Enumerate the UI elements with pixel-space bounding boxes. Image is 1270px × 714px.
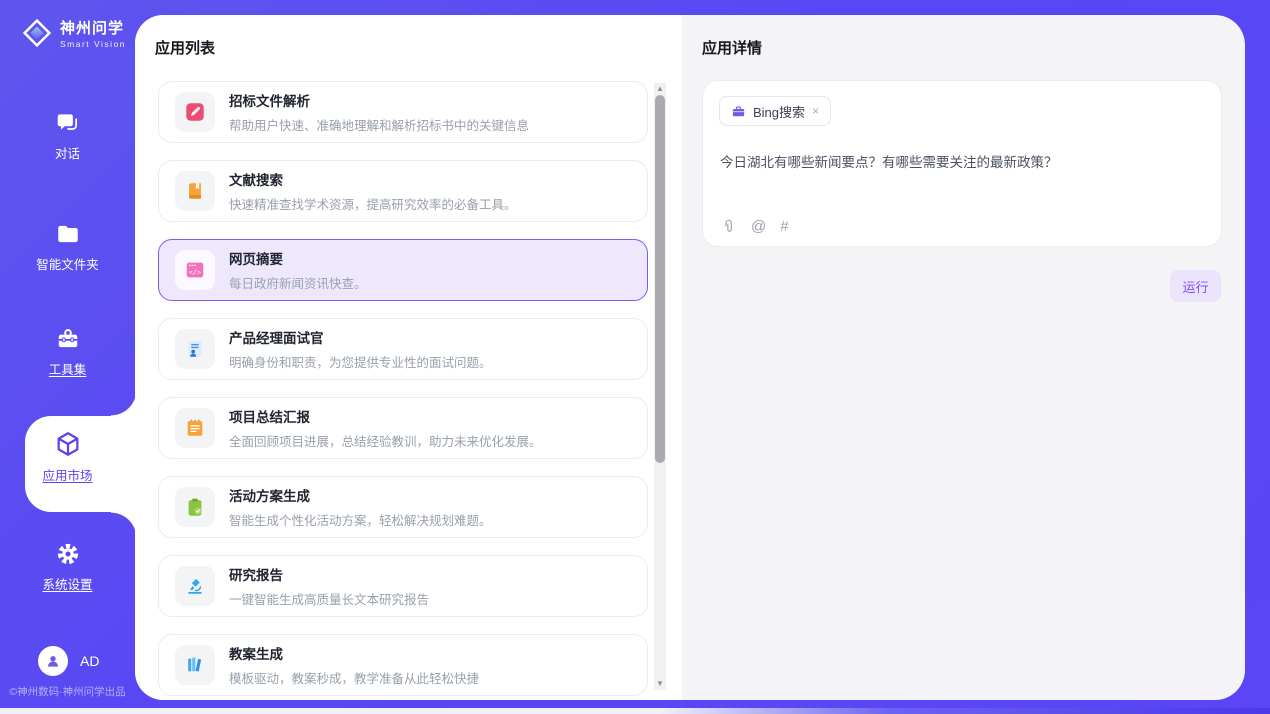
app-desc: 帮助用户快速、准确地理解和解析招标书中的关键信息 xyxy=(229,115,529,134)
scrollbar-thumb[interactable] xyxy=(655,95,665,463)
book-icon xyxy=(184,180,206,202)
person-icon xyxy=(44,652,62,670)
sidebar-item-settings[interactable]: 系统设置 xyxy=(0,541,135,593)
app-card-bid-parsing[interactable]: 招标文件解析帮助用户快速、准确地理解和解析招标书中的关键信息 xyxy=(158,81,648,143)
app-title: 产品经理面试官 xyxy=(229,327,492,347)
sidebar-item-label: 工具集 xyxy=(49,359,87,378)
clipboard-check-icon xyxy=(184,496,206,518)
sidebar-item-toolset[interactable]: 工具集 xyxy=(0,326,135,378)
app-list-panel: 应用列表 招标文件解析帮助用户快速、准确地理解和解析招标书中的关键信息 文献搜索… xyxy=(135,15,682,700)
svg-text:</>: </> xyxy=(189,268,201,276)
app-card-list: 招标文件解析帮助用户快速、准确地理解和解析招标书中的关键信息 文献搜索快速精准查… xyxy=(158,81,648,696)
prompt-text-input[interactable]: 今日湖北有哪些新闻要点？有哪些需要关注的最新政策？ xyxy=(720,151,1200,171)
app-desc: 智能生成个性化活动方案，轻松解决规划难题。 xyxy=(229,510,492,529)
books-icon xyxy=(184,654,206,676)
app-card-web-summary[interactable]: </> 网页摘要每日政府新闻资讯快查。 xyxy=(158,239,648,301)
pen-document-icon xyxy=(184,101,206,123)
app-card-lesson-plan[interactable]: 教案生成模板驱动，教案秒成，教学准备从此轻松快捷 xyxy=(158,634,648,696)
tab-curve-top xyxy=(111,390,137,416)
app-detail-title: 应用详情 xyxy=(702,37,762,58)
sidebar-item-smart-folder[interactable]: 智能文件夹 xyxy=(0,221,135,273)
cube-icon xyxy=(54,430,82,458)
user-initials: AD xyxy=(80,653,99,669)
app-detail-panel: 应用详情 Bing搜索 × 今日湖北有哪些新闻要点？有哪些需要关注的最新政策？ … xyxy=(682,15,1245,700)
gear-icon xyxy=(55,541,81,567)
app-card-research-report[interactable]: 研究报告一键智能生成高质量长文本研究报告 xyxy=(158,555,648,617)
tool-tag-bing-search[interactable]: Bing搜索 × xyxy=(719,96,831,126)
app-title: 招标文件解析 xyxy=(229,90,529,110)
brand-name: 神州问学 xyxy=(60,17,126,38)
sidebar: 神州问学 Smart Vision 对话 智能文件夹 工具集 应用市场 系统设置… xyxy=(0,0,135,714)
briefcase-icon xyxy=(731,104,746,119)
window-bottom-edge xyxy=(0,708,1270,714)
user-account[interactable]: AD xyxy=(38,646,99,676)
diamond-logo-icon xyxy=(22,18,52,48)
app-desc: 模板驱动，教案秒成，教学准备从此轻松快捷 xyxy=(229,668,479,687)
prompt-card: Bing搜索 × 今日湖北有哪些新闻要点？有哪些需要关注的最新政策？ @ # xyxy=(702,80,1222,247)
app-card-project-summary[interactable]: 项目总结汇报全面回顾项目进展，总结经验教训，助力未来优化发展。 xyxy=(158,397,648,459)
app-title: 教案生成 xyxy=(229,643,479,663)
chat-icon xyxy=(55,110,81,136)
report-note-icon xyxy=(184,417,206,439)
webpage-code-icon: </> xyxy=(184,259,206,281)
interviewer-icon xyxy=(184,338,206,360)
app-title: 文献搜索 xyxy=(229,169,517,189)
tab-curve-bottom xyxy=(111,512,137,538)
avatar xyxy=(38,646,68,676)
run-button[interactable]: 运行 xyxy=(1170,270,1221,302)
brand-subtitle: Smart Vision xyxy=(60,39,126,49)
microscope-icon xyxy=(184,575,206,597)
app-title: 项目总结汇报 xyxy=(229,406,542,426)
app-card-pm-interviewer[interactable]: 产品经理面试官明确身份和职责，为您提供专业性的面试问题。 xyxy=(158,318,648,380)
sidebar-item-label: 系统设置 xyxy=(42,574,92,593)
tool-tag-label: Bing搜索 xyxy=(753,102,805,121)
scrollbar-down-icon[interactable]: ▼ xyxy=(654,678,666,690)
app-title: 活动方案生成 xyxy=(229,485,492,505)
brand-logo: 神州问学 Smart Vision xyxy=(22,17,126,49)
attachment-icon[interactable] xyxy=(720,218,737,235)
mention-icon[interactable]: @ xyxy=(751,218,766,235)
hash-icon[interactable]: # xyxy=(780,218,788,235)
app-desc: 每日政府新闻资讯快查。 xyxy=(229,273,367,292)
prompt-action-row: @ # xyxy=(720,218,789,235)
sidebar-item-app-market[interactable]: 应用市场 xyxy=(0,430,135,484)
sidebar-item-label: 对话 xyxy=(55,143,80,162)
sidebar-item-label: 智能文件夹 xyxy=(36,254,99,273)
close-icon[interactable]: × xyxy=(812,104,819,118)
app-desc: 全面回顾项目进展，总结经验教训，助力未来优化发展。 xyxy=(229,431,542,450)
app-title: 研究报告 xyxy=(229,564,429,584)
app-card-literature-search[interactable]: 文献搜索快速精准查找学术资源，提高研究效率的必备工具。 xyxy=(158,160,648,222)
sidebar-item-label: 应用市场 xyxy=(42,465,92,484)
app-desc: 明确身份和职责，为您提供专业性的面试问题。 xyxy=(229,352,492,371)
app-desc: 快速精准查找学术资源，提高研究效率的必备工具。 xyxy=(229,194,517,213)
scrollbar-up-icon[interactable]: ▲ xyxy=(654,83,666,95)
app-desc: 一键智能生成高质量长文本研究报告 xyxy=(229,589,429,608)
toolbox-icon xyxy=(55,326,81,352)
scrollbar[interactable]: ▲ ▼ xyxy=(654,83,666,690)
app-list-title: 应用列表 xyxy=(155,37,215,58)
folder-icon xyxy=(55,221,81,247)
copyright-text: ©神州数码·神州问学出品 xyxy=(0,684,135,699)
app-card-event-plan[interactable]: 活动方案生成智能生成个性化活动方案，轻松解决规划难题。 xyxy=(158,476,648,538)
app-title: 网页摘要 xyxy=(229,248,367,268)
sidebar-item-chat[interactable]: 对话 xyxy=(0,110,135,162)
